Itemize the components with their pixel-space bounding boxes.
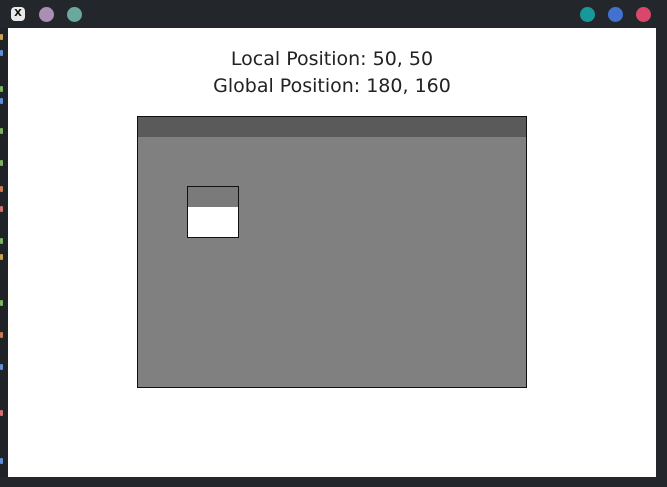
teal-dot[interactable] — [67, 7, 82, 22]
minimize-button[interactable] — [580, 7, 595, 22]
outer-panel[interactable] — [137, 116, 527, 388]
inner-panel[interactable] — [187, 186, 239, 238]
background-editor-strip — [0, 28, 8, 477]
lavender-dot[interactable] — [39, 7, 54, 22]
window-bottom-border — [0, 477, 667, 487]
inner-panel-header[interactable] — [188, 187, 238, 207]
app-canvas: Local Position: 50, 50 Global Position: … — [8, 28, 656, 477]
global-position-label: Global Position: 180, 160 — [213, 75, 451, 97]
app-icon: X — [11, 7, 25, 21]
maximize-button[interactable] — [608, 7, 623, 22]
close-button[interactable] — [636, 7, 651, 22]
outer-panel-header[interactable] — [138, 117, 526, 137]
window-titlebar[interactable]: X — [0, 0, 667, 28]
local-position-label: Local Position: 50, 50 — [230, 48, 434, 70]
